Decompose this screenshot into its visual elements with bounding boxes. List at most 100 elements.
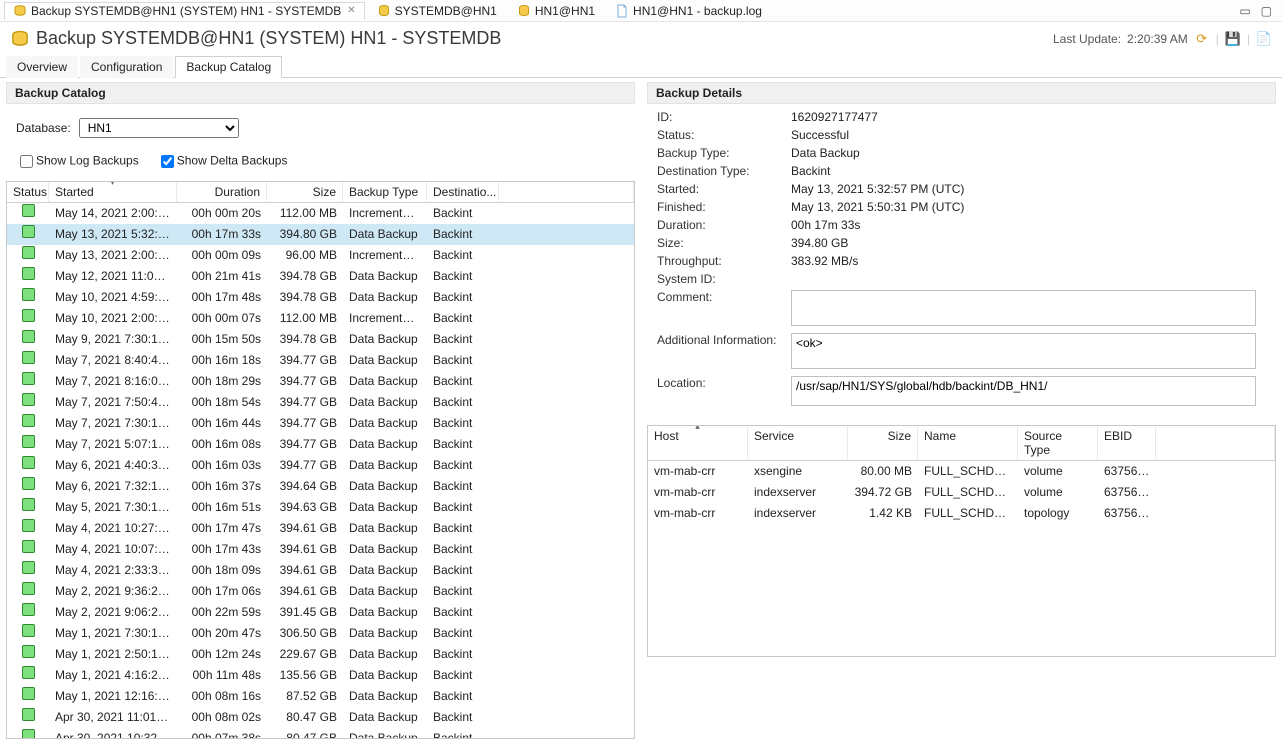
table-row-status[interactable] xyxy=(7,728,49,738)
table-row-type[interactable]: Data Backup xyxy=(343,329,427,350)
table-row-started[interactable]: May 9, 2021 7:30:13 ... xyxy=(49,329,177,350)
subtab-configuration[interactable]: Configuration xyxy=(80,56,173,78)
col-duration[interactable]: Duration xyxy=(177,182,267,203)
table-row-status[interactable] xyxy=(7,686,49,707)
table-row-status[interactable] xyxy=(7,455,49,476)
table-row-dest[interactable]: Backint xyxy=(427,371,499,392)
mcol-name[interactable]: Name xyxy=(918,426,1018,461)
table-row-status[interactable] xyxy=(7,644,49,665)
table-row-type[interactable]: Data Backup xyxy=(343,476,427,497)
table-row-size[interactable]: 394.77 GB xyxy=(267,413,343,434)
table-row-dest[interactable]: Backint xyxy=(427,287,499,308)
col-size[interactable]: Size xyxy=(267,182,343,203)
table-row-type[interactable]: Data Backup xyxy=(343,686,427,707)
table-row-duration[interactable]: 00h 20m 47s xyxy=(177,623,267,644)
table-row-status[interactable] xyxy=(7,518,49,539)
table-row-duration[interactable]: 00h 17m 43s xyxy=(177,539,267,560)
table-row-type[interactable]: Data Backup xyxy=(343,371,427,392)
mcol-ebid[interactable]: EBID xyxy=(1098,426,1156,461)
table-row-status[interactable] xyxy=(7,371,49,392)
table-row-status[interactable] xyxy=(7,665,49,686)
table-row-status[interactable] xyxy=(7,287,49,308)
table-row-dest[interactable]: Backint xyxy=(427,560,499,581)
table-row-duration[interactable]: 00h 00m 09s xyxy=(177,245,267,266)
refresh-icon[interactable]: ⟳ xyxy=(1194,31,1210,47)
table-row-duration[interactable]: 00h 16m 08s xyxy=(177,434,267,455)
table-row-duration[interactable]: 00h 12m 24s xyxy=(177,644,267,665)
table-row-duration[interactable]: 00h 21m 41s xyxy=(177,266,267,287)
table-row-dest[interactable]: Backint xyxy=(427,518,499,539)
table-row-type[interactable]: Data Backup xyxy=(343,707,427,728)
table-row-size[interactable]: 394.61 GB xyxy=(267,560,343,581)
table-row-status[interactable] xyxy=(7,203,49,224)
mcol-service[interactable]: Service xyxy=(748,426,848,461)
parts-row-service[interactable]: xsengine xyxy=(748,461,848,482)
table-row-started[interactable]: May 7, 2021 8:16:03 ... xyxy=(49,371,177,392)
table-row-type[interactable]: Data Backup xyxy=(343,434,427,455)
table-row-dest[interactable]: Backint xyxy=(427,455,499,476)
table-row-size[interactable]: 394.80 GB xyxy=(267,224,343,245)
table-row-started[interactable]: May 13, 2021 5:32:57... xyxy=(49,224,177,245)
table-row-duration[interactable]: 00h 17m 47s xyxy=(177,518,267,539)
table-row-started[interactable]: May 2, 2021 9:36:20 ... xyxy=(49,581,177,602)
table-row-duration[interactable]: 00h 16m 37s xyxy=(177,476,267,497)
table-row-duration[interactable]: 00h 17m 06s xyxy=(177,581,267,602)
table-row-started[interactable]: May 6, 2021 4:40:30 ... xyxy=(49,455,177,476)
show-delta-backups-checkbox[interactable]: Show Delta Backups xyxy=(157,152,288,171)
table-row-status[interactable] xyxy=(7,602,49,623)
table-row-dest[interactable]: Backint xyxy=(427,497,499,518)
table-row-dest[interactable]: Backint xyxy=(427,392,499,413)
table-row-type[interactable]: Data Backup xyxy=(343,665,427,686)
save-icon[interactable]: 💾 xyxy=(1225,31,1241,47)
table-row-status[interactable] xyxy=(7,329,49,350)
parts-row-service[interactable]: indexserver xyxy=(748,503,848,524)
table-row-status[interactable] xyxy=(7,560,49,581)
table-row-started[interactable]: May 1, 2021 7:30:14 ... xyxy=(49,623,177,644)
tab-backup-systemdb[interactable]: Backup SYSTEMDB@HN1 (SYSTEM) HN1 - SYSTE… xyxy=(4,2,365,20)
table-row-size[interactable]: 394.63 GB xyxy=(267,497,343,518)
table-row-duration[interactable]: 00h 16m 18s xyxy=(177,350,267,371)
table-row-started[interactable]: May 7, 2021 7:30:13 ... xyxy=(49,413,177,434)
table-row-started[interactable]: May 1, 2021 4:16:24 ... xyxy=(49,665,177,686)
table-row-started[interactable]: May 13, 2021 2:00:13... xyxy=(49,245,177,266)
table-row-duration[interactable]: 00h 17m 33s xyxy=(177,224,267,245)
table-row-status[interactable] xyxy=(7,413,49,434)
table-row-status[interactable] xyxy=(7,497,49,518)
table-row-dest[interactable]: Backint xyxy=(427,539,499,560)
table-row-started[interactable]: May 6, 2021 7:32:12 ... xyxy=(49,476,177,497)
table-row-type[interactable]: Data Backup xyxy=(343,581,427,602)
parts-row-host[interactable]: vm-mab-crr xyxy=(648,461,748,482)
table-row-started[interactable]: May 5, 2021 7:30:13 ... xyxy=(49,497,177,518)
table-row-size[interactable]: 394.64 GB xyxy=(267,476,343,497)
table-row-size[interactable]: 112.00 MB xyxy=(267,203,343,224)
table-row-started[interactable]: May 7, 2021 5:07:14 ... xyxy=(49,434,177,455)
table-row-dest[interactable]: Backint xyxy=(427,728,499,738)
table-row-type[interactable]: Incremental ... xyxy=(343,308,427,329)
parts-row-service[interactable]: indexserver xyxy=(748,482,848,503)
table-row-dest[interactable]: Backint xyxy=(427,245,499,266)
col-destination[interactable]: Destinatio... xyxy=(427,182,499,203)
table-row-size[interactable]: 80.47 GB xyxy=(267,728,343,738)
table-row-duration[interactable]: 00h 00m 20s xyxy=(177,203,267,224)
parts-row-source-type[interactable]: volume xyxy=(1018,482,1098,503)
mcol-host[interactable]: ▴Host xyxy=(648,426,748,461)
table-row-started[interactable]: Apr 30, 2021 10:32:1... xyxy=(49,728,177,738)
parts-row-ebid[interactable]: 637565... xyxy=(1098,461,1156,482)
table-row-status[interactable] xyxy=(7,623,49,644)
comment-field[interactable] xyxy=(791,290,1256,326)
table-row-dest[interactable]: Backint xyxy=(427,602,499,623)
close-icon[interactable]: ✕ xyxy=(347,5,355,16)
catalog-rows-viewport[interactable]: May 14, 2021 2:00:13...00h 00m 20s112.00… xyxy=(7,203,634,738)
parts-row-host[interactable]: vm-mab-crr xyxy=(648,482,748,503)
table-row-dest[interactable]: Backint xyxy=(427,644,499,665)
table-row-type[interactable]: Data Backup xyxy=(343,602,427,623)
table-row-type[interactable]: Data Backup xyxy=(343,560,427,581)
table-row-type[interactable]: Data Backup xyxy=(343,728,427,738)
table-row-size[interactable]: 394.78 GB xyxy=(267,266,343,287)
table-row-dest[interactable]: Backint xyxy=(427,350,499,371)
table-row-duration[interactable]: 00h 16m 51s xyxy=(177,497,267,518)
table-row-started[interactable]: May 12, 2021 11:09:5... xyxy=(49,266,177,287)
table-row-started[interactable]: May 1, 2021 12:16:21... xyxy=(49,686,177,707)
table-row-dest[interactable]: Backint xyxy=(427,476,499,497)
table-row-started[interactable]: May 7, 2021 7:50:48 ... xyxy=(49,392,177,413)
